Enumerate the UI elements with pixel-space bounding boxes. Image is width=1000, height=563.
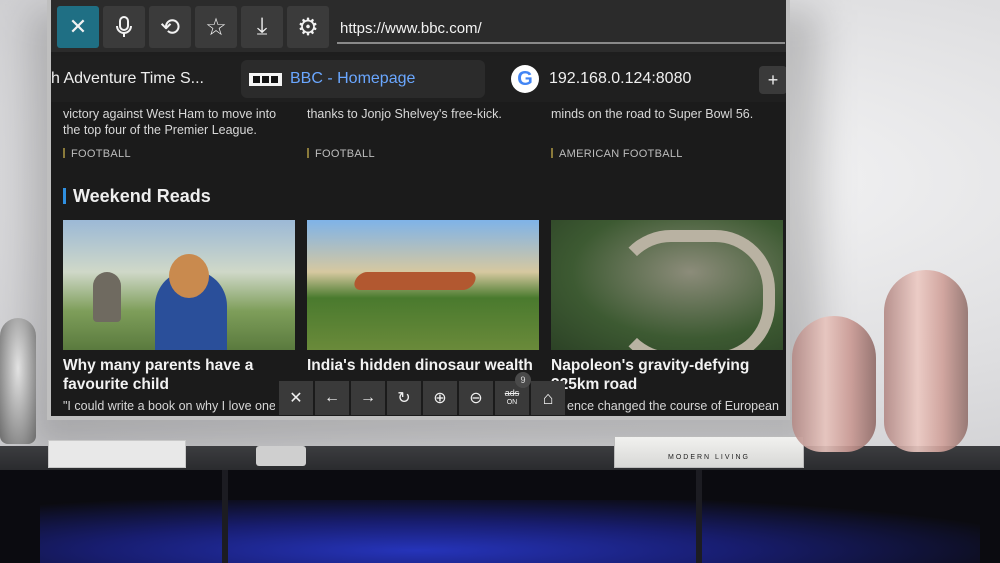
- article-image-parents[interactable]: [63, 220, 295, 350]
- cat-figurine: [0, 318, 36, 444]
- zoom-in-icon: ⊕: [433, 390, 447, 407]
- home-button[interactable]: ⌂: [531, 381, 565, 415]
- book-label: MODERN LIVING: [667, 454, 750, 461]
- bottom-nav-bar: ✕ ← → ↻ ⊕ ⊖ ads ON 9 ⌂: [279, 372, 565, 415]
- winding-road: [611, 230, 775, 350]
- history-icon: ⟲: [159, 13, 181, 41]
- zoom-out-button[interactable]: ⊖: [459, 381, 493, 415]
- pink-vase-tall: [884, 270, 968, 452]
- tab-label: h Adventure Time S...: [51, 70, 204, 87]
- settings-button[interactable]: ⚙: [287, 6, 329, 48]
- article-image-road[interactable]: [551, 220, 783, 350]
- forward-button[interactable]: →: [351, 381, 385, 415]
- ad-block-icon: ads ON: [505, 389, 520, 407]
- page-content: victory against West Ham to move into th…: [51, 102, 786, 416]
- browser-toolbar: ✕ ⟲ ☆ ⤓ ⚙ https://www.bbc.com/: [51, 0, 786, 52]
- close-nav-button[interactable]: ✕: [279, 381, 313, 415]
- voice-search-button[interactable]: [103, 6, 145, 48]
- article-summary[interactable]: "I could write a book on why I love one: [63, 399, 275, 413]
- download-icon: ⤓: [256, 13, 268, 40]
- ads-state: ON: [506, 399, 518, 406]
- back-button[interactable]: ←: [315, 381, 349, 415]
- tv-screen: ✕ ⟲ ☆ ⤓ ⚙ https://www.bbc.com/ h Adventu…: [47, 0, 790, 420]
- pink-vase-small: [792, 316, 876, 452]
- dinosaur-figure: [351, 272, 479, 290]
- article-snippet[interactable]: thanks to Jonjo Shelvey's free-kick.: [307, 106, 537, 122]
- arrow-left-icon: ←: [324, 389, 340, 406]
- woman-head: [169, 254, 209, 298]
- article-title[interactable]: Why many parents have a favourite child: [63, 356, 299, 394]
- coffee-table-book: MODERN LIVING: [614, 436, 804, 468]
- phone-on-shelf: [256, 446, 306, 466]
- tab-adventure-time[interactable]: h Adventure Time S...: [51, 60, 231, 98]
- new-tab-button[interactable]: +: [759, 66, 786, 94]
- tab-strip: h Adventure Time S... BBC - Homepage G 1…: [51, 56, 786, 102]
- article-snippet[interactable]: victory against West Ham to move into th…: [63, 106, 293, 138]
- history-button[interactable]: ⟲: [149, 6, 191, 48]
- zoom-out-icon: ⊖: [469, 390, 483, 407]
- close-icon: ✕: [68, 14, 88, 39]
- home-icon: ⌂: [542, 387, 554, 408]
- category-tag[interactable]: FOOTBALL: [307, 148, 375, 160]
- reload-button[interactable]: ↻: [387, 381, 421, 415]
- tab-bbc-homepage[interactable]: BBC - Homepage: [241, 60, 485, 98]
- article-image-dinosaur[interactable]: [307, 220, 539, 350]
- bookmark-button[interactable]: ☆: [195, 6, 237, 48]
- article-title[interactable]: Napoleon's gravity-defying 325km road: [551, 356, 786, 394]
- arrow-right-icon: →: [360, 389, 376, 406]
- streaming-box: [48, 440, 186, 468]
- blocked-ads-count: 9: [515, 372, 531, 388]
- microphone-icon: [116, 16, 132, 37]
- gear-icon: ⚙: [297, 13, 319, 41]
- url-input[interactable]: https://www.bbc.com/: [337, 16, 785, 44]
- article-summary[interactable]: ence changed the course of European: [567, 399, 786, 413]
- bbc-logo-icon: [249, 72, 282, 86]
- cabinet-led-glow: [40, 500, 980, 563]
- category-tag[interactable]: FOOTBALL: [63, 148, 131, 160]
- google-icon: G: [511, 65, 539, 93]
- tab-label: BBC - Homepage: [290, 70, 416, 87]
- zoom-in-button[interactable]: ⊕: [423, 381, 457, 415]
- download-button[interactable]: ⤓: [241, 6, 283, 48]
- article-snippet[interactable]: minds on the road to Super Bowl 56.: [551, 106, 781, 122]
- tab-label: 192.168.0.124:8080: [549, 70, 692, 87]
- child-figure: [93, 272, 121, 322]
- cabinet-divider: [222, 470, 228, 563]
- close-icon: ✕: [289, 390, 303, 407]
- close-button[interactable]: ✕: [57, 6, 99, 48]
- tab-local-server[interactable]: G 192.168.0.124:8080: [511, 60, 741, 98]
- section-title: Weekend Reads: [63, 186, 211, 207]
- category-tag[interactable]: AMERICAN FOOTBALL: [551, 148, 683, 160]
- ads-label: ads: [504, 388, 520, 398]
- cabinet-divider: [696, 470, 702, 563]
- ad-block-toggle[interactable]: ads ON 9: [495, 372, 531, 415]
- star-icon: ☆: [205, 13, 227, 41]
- reload-icon: ↻: [397, 390, 411, 407]
- article-title[interactable]: India's hidden dinosaur wealth: [307, 356, 543, 375]
